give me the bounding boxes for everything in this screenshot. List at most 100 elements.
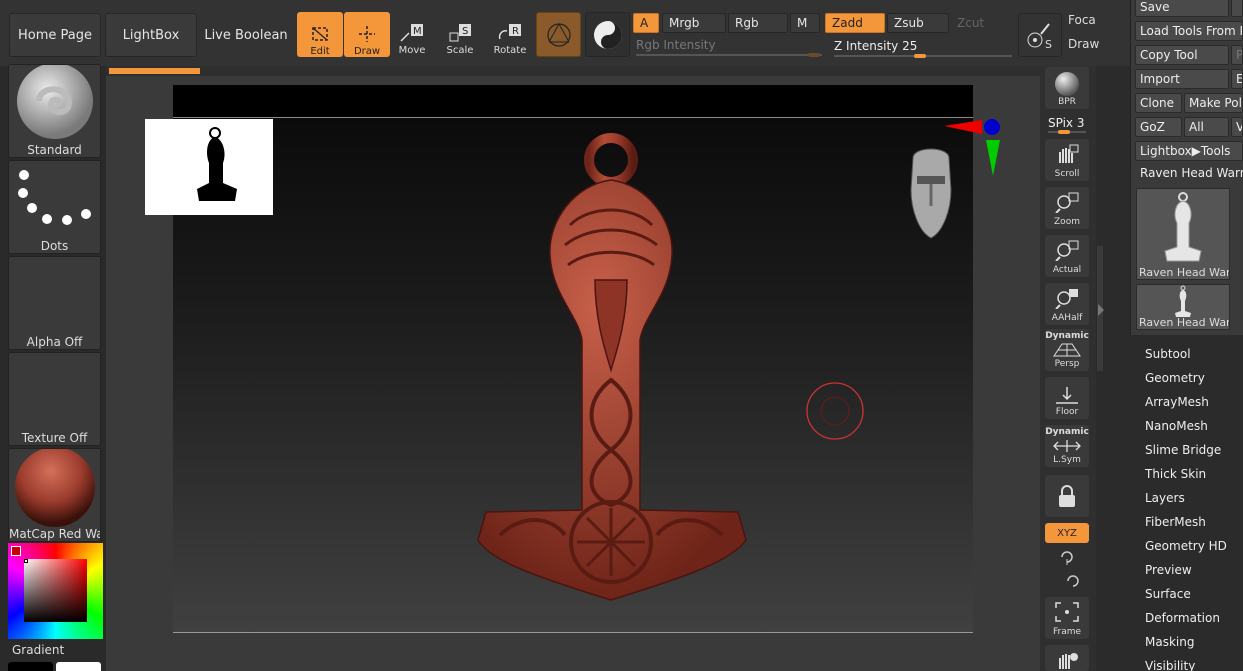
texture-slot[interactable]: Texture Off (8, 352, 101, 446)
a-toggle[interactable]: A (633, 13, 659, 33)
goz-button[interactable]: GoZ (1135, 117, 1182, 137)
pendant-thumb-icon (1164, 192, 1202, 262)
copy-tool-button[interactable]: Copy Tool (1135, 45, 1229, 65)
axis-gizmo-icon[interactable] (944, 114, 1004, 178)
rgb-intensity-knob[interactable] (808, 53, 820, 57)
material-circle-icon (546, 22, 571, 47)
brush-slot[interactable]: Standard (8, 64, 101, 158)
z-intensity-value: 25 (902, 39, 918, 53)
paste-tool-button[interactable]: P (1231, 45, 1243, 65)
z-intensity-knob[interactable] (913, 54, 926, 58)
zsub-button[interactable]: Zsub (887, 13, 949, 33)
focal-icon: S (1027, 23, 1052, 51)
rgb-intensity-slider[interactable] (636, 54, 822, 56)
material-mode-button[interactable] (536, 12, 581, 57)
tool-thumbnail-secondary[interactable]: Raven Head War (1136, 284, 1230, 330)
load-tools-button[interactable]: Load Tools From P (1135, 21, 1243, 41)
scale-button[interactable]: S Scale (437, 14, 483, 56)
rotate-y-icon[interactable] (1058, 548, 1076, 566)
yinyang-button[interactable] (585, 12, 630, 57)
bpr-button[interactable]: BPR (1045, 67, 1089, 109)
color-picker[interactable] (8, 543, 103, 639)
bpr-sphere-icon (1055, 72, 1079, 96)
move-button[interactable]: M Move (389, 14, 435, 56)
saturation-square[interactable] (24, 559, 87, 622)
focal-shift-button[interactable]: S (1018, 13, 1062, 57)
secondary-color-black[interactable] (8, 662, 53, 671)
tool-thumbnail-main-label: Raven Head War (1139, 266, 1229, 279)
secondary-color-white[interactable] (56, 662, 101, 671)
color-cursor[interactable] (24, 559, 28, 563)
rotate-z-icon[interactable] (1064, 572, 1082, 590)
rotate-letter: R (512, 26, 519, 37)
floor-icon (1056, 387, 1078, 404)
dots-stroke-icon (18, 170, 91, 225)
goz-all-button[interactable]: All (1184, 117, 1229, 137)
draw-mode-button[interactable]: Draw (344, 12, 390, 57)
rgb-button[interactable]: Rgb (728, 13, 788, 33)
menu-nanomesh[interactable]: NanoMesh (1145, 419, 1208, 433)
export-button[interactable]: E (1231, 69, 1243, 89)
canvas-bottom-line (173, 632, 973, 633)
lightbox-tools-button[interactable]: Lightbox▶Tools (1135, 141, 1243, 161)
current-tool-name[interactable]: Raven Head Warrio (1140, 166, 1243, 180)
focal-label: Foca (1068, 13, 1096, 27)
live-boolean-button[interactable]: Live Boolean (200, 13, 292, 57)
save-extra-button[interactable] (1231, 0, 1243, 17)
persp-grid-icon (1053, 343, 1081, 357)
clone-button[interactable]: Clone (1135, 93, 1182, 113)
save-tool-button[interactable]: Save (1135, 0, 1229, 17)
menu-geometry-hd[interactable]: Geometry HD (1145, 539, 1227, 553)
zcut-button[interactable]: Zcut (950, 13, 1012, 33)
menu-visibility[interactable]: Visibility (1145, 659, 1195, 671)
alpha-slot[interactable]: Alpha Off (8, 256, 101, 350)
floor-button[interactable]: Floor (1045, 377, 1089, 419)
stroke-slot[interactable]: Dots (8, 160, 101, 254)
home-page-button[interactable]: Home Page (9, 13, 101, 57)
menu-fibermesh[interactable]: FiberMesh (1145, 515, 1206, 529)
menu-masking[interactable]: Masking (1145, 635, 1194, 649)
navigator-thumbnail[interactable] (145, 119, 273, 215)
lsym-button[interactable]: Dynamic L.Sym (1045, 425, 1089, 467)
tool-thumbnail-main[interactable]: Raven Head War (1136, 188, 1230, 280)
zoom-magnifier-icon (1055, 192, 1079, 213)
aahalf-button[interactable]: AAHalf (1045, 283, 1089, 325)
move-icon: M (400, 24, 423, 42)
goz-visible-button[interactable]: V (1231, 117, 1243, 137)
m-button[interactable]: M (790, 13, 820, 33)
menu-geometry[interactable]: Geometry (1145, 371, 1205, 385)
menu-preview[interactable]: Preview (1145, 563, 1192, 577)
move-view-button[interactable] (1045, 645, 1089, 671)
xyz-symmetry-button[interactable]: XYZ (1045, 523, 1089, 543)
lock-button[interactable] (1045, 475, 1089, 517)
spix-control[interactable]: SPix 3 (1048, 116, 1085, 130)
menu-slime-bridge[interactable]: Slime Bridge (1145, 443, 1221, 457)
zadd-button[interactable]: Zadd (825, 13, 885, 33)
menu-surface[interactable]: Surface (1145, 587, 1191, 601)
raven-hammer-model[interactable] (470, 130, 755, 605)
tray-collapse-icon[interactable] (1097, 300, 1105, 320)
make-polymesh-button[interactable]: Make Poly (1184, 93, 1243, 113)
mrgb-button[interactable]: Mrgb (662, 13, 726, 33)
menu-deformation[interactable]: Deformation (1145, 611, 1220, 625)
menu-thick-skin[interactable]: Thick Skin (1145, 467, 1206, 481)
scale-icon: S (449, 24, 471, 42)
menu-subtool[interactable]: Subtool (1145, 347, 1191, 361)
menu-arraymesh[interactable]: ArrayMesh (1145, 395, 1209, 409)
main-color-swatch[interactable] (11, 546, 21, 556)
pendant-silhouette-icon (197, 127, 237, 201)
zoom-button[interactable]: Zoom (1045, 187, 1089, 229)
rotate-button[interactable]: R Rotate (487, 14, 533, 56)
scroll-button[interactable]: Scroll (1045, 139, 1089, 181)
menu-layers[interactable]: Layers (1145, 491, 1185, 505)
gradient-label: Gradient (12, 643, 65, 657)
frame-button[interactable]: Frame (1045, 597, 1089, 639)
spix-knob[interactable] (1058, 130, 1070, 134)
persp-button[interactable]: Dynamic Persp (1045, 329, 1089, 371)
import-button[interactable]: Import (1135, 69, 1229, 89)
actual-button[interactable]: Actual (1045, 235, 1089, 277)
top-toolbar: Home Page LightBox Live Boolean Edit Dra… (0, 0, 1130, 66)
material-slot[interactable]: MatCap Red Wax (8, 448, 101, 542)
lightbox-button[interactable]: LightBox (105, 13, 197, 57)
edit-mode-button[interactable]: Edit (297, 12, 343, 57)
